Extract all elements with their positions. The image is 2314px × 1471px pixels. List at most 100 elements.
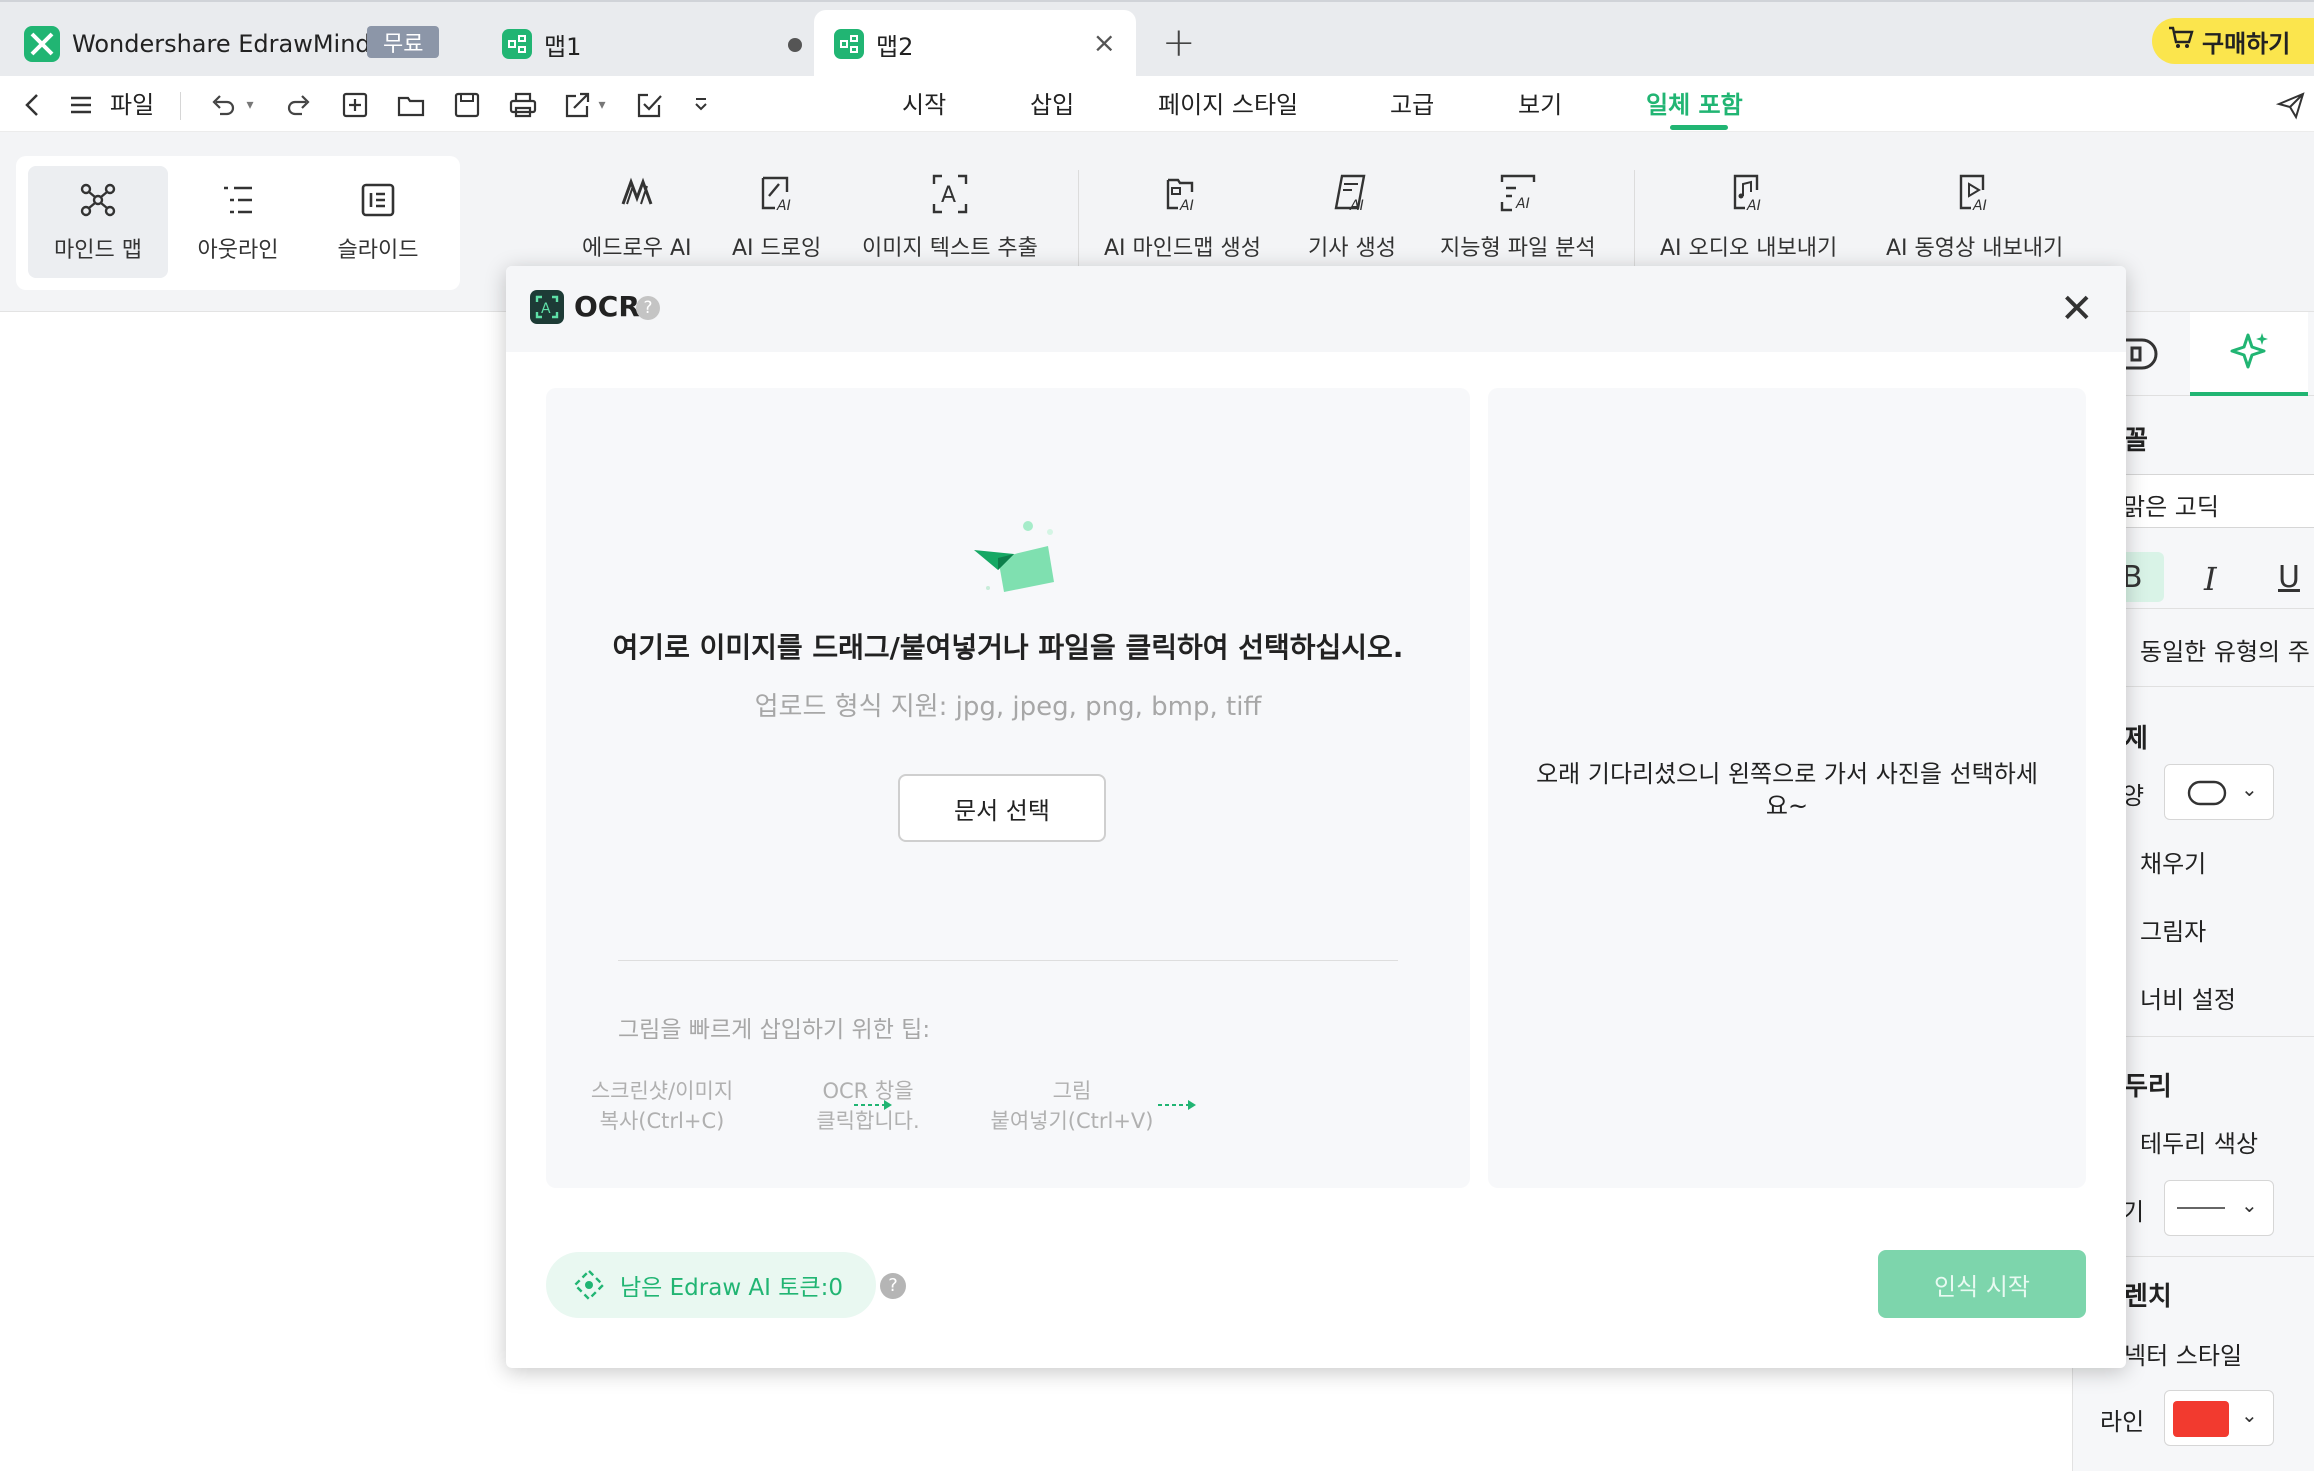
video-ai-icon: AI	[1959, 174, 1987, 214]
article-generate-button[interactable]: AI 기사 생성	[1308, 172, 1396, 262]
audio-ai-icon: AI	[1733, 174, 1761, 214]
border-color-option[interactable]: 테두리 색상	[2140, 1124, 2258, 1159]
app-tab[interactable]: Wondershare EdrawMind	[24, 10, 371, 78]
line-preview-icon	[2177, 1207, 2225, 1209]
supported-formats: 업로드 형식 지원: jpg, jpeg, png, bmp, tiff	[754, 692, 1262, 722]
task-check-icon[interactable]	[632, 88, 666, 122]
ai-tool-label: AI 마인드맵 생성	[1104, 236, 1261, 261]
buy-button[interactable]: 구매하기	[2152, 18, 2314, 64]
font-family-select[interactable]: 맑은 고딕	[2120, 474, 2314, 528]
ocr-logo-icon: A	[530, 290, 564, 324]
edrawmind-logo-icon	[24, 26, 60, 62]
menu-page-style[interactable]: 페이지 스타일	[1158, 88, 1298, 122]
more-dropdown-icon[interactable]	[684, 88, 718, 122]
sparkle-ai-icon	[2230, 333, 2268, 369]
file-analysis-icon: AI	[1500, 174, 1536, 212]
chevron-down-icon[interactable]: ▾	[592, 88, 612, 122]
free-badge: 무료	[367, 26, 440, 58]
view-label: 마인드 맵	[54, 238, 142, 263]
underline-button[interactable]: U	[2268, 552, 2308, 602]
svg-text:AI: AI	[1746, 198, 1761, 214]
view-outline-button[interactable]: 아웃라인	[168, 166, 308, 278]
svg-text:A: A	[941, 183, 956, 208]
ai-drawing-button[interactable]: AI AI 드로잉	[732, 172, 821, 262]
upload-image-illustration-icon	[974, 521, 1054, 592]
image-drop-zone[interactable]: 여기로 이미지를 드래그/붙여넣거나 파일을 클릭하여 선택하십시오. 업로드 …	[546, 388, 1470, 1188]
mindmap-icon	[80, 183, 116, 217]
start-recognition-button[interactable]: 인식 시작	[1878, 1250, 2086, 1318]
help-icon[interactable]: ?	[636, 296, 660, 320]
ai-tool-label: AI 동영상 내보내기	[1886, 236, 2064, 261]
share-send-icon[interactable]	[2274, 88, 2308, 122]
unsaved-dot-icon	[788, 38, 802, 52]
menu-insert[interactable]: 삽입	[1030, 88, 1074, 122]
add-topic-icon[interactable]	[338, 88, 372, 122]
ai-tool-label: 에드로우 AI	[582, 236, 692, 261]
view-label: 아웃라인	[197, 238, 279, 263]
edraw-ai-button[interactable]: 에드로우 AI	[582, 172, 692, 262]
dialog-title: OCR	[574, 290, 640, 323]
tab-label: 맵1	[544, 32, 582, 61]
dialog-header: A OCR ? ✕	[506, 266, 2126, 352]
buy-label: 구매하기	[2202, 29, 2291, 58]
panel-tab-ai[interactable]	[2190, 312, 2308, 396]
mindmap-file-icon	[502, 29, 532, 59]
ai-tool-label: 지능형 파일 분석	[1440, 236, 1596, 261]
tab-map2[interactable]: 맵2 ×	[814, 10, 1136, 78]
tab-map1[interactable]: 맵1	[502, 10, 802, 78]
width-setting-option[interactable]: 너비 설정	[2140, 980, 2236, 1015]
view-mindmap-button[interactable]: 마인드 맵	[28, 166, 168, 278]
menu-advanced[interactable]: 고급	[1390, 88, 1434, 122]
ai-mindmap-generate-button[interactable]: AI AI 마인드맵 생성	[1104, 172, 1261, 262]
redo-icon[interactable]	[282, 88, 316, 122]
connector-style-option[interactable]: 넥터 스타일	[2124, 1336, 2242, 1371]
font-family-value: 맑은 고딕	[2123, 493, 2219, 521]
menu-icon[interactable]	[64, 88, 98, 122]
svg-text:AI: AI	[1349, 198, 1364, 214]
shape-select[interactable]: ⌄	[2164, 764, 2274, 820]
apply-same-type-checkbox[interactable]: 동일한 유형의 주	[2140, 632, 2310, 667]
choose-file-button[interactable]: 문서 선택	[898, 774, 1106, 842]
ai-token-chip[interactable]: 남은 Edraw AI 토큰:0	[546, 1252, 876, 1318]
undo-icon[interactable]	[206, 88, 240, 122]
chevron-down-icon: ⌄	[2241, 777, 2258, 801]
smart-file-analysis-button[interactable]: AI 지능형 파일 분석	[1440, 172, 1596, 262]
panel-tab-style-icon[interactable]	[2122, 334, 2162, 374]
edraw-ai-icon	[621, 177, 653, 205]
ai-audio-export-button[interactable]: AI AI 오디오 내보내기	[1660, 172, 1837, 262]
waiting-message: 오래 기다리셨으니 왼쪽으로 가서 사진을 선택하세요~	[1536, 760, 2038, 820]
close-tab-icon[interactable]: ×	[1093, 26, 1116, 59]
fill-option[interactable]: 채우기	[2140, 844, 2206, 879]
new-tab-button[interactable]: +	[1162, 20, 1196, 66]
menu-start[interactable]: 시작	[902, 88, 946, 122]
ai-tool-label: AI 오디오 내보내기	[1660, 236, 1838, 261]
export-icon[interactable]	[560, 88, 594, 122]
image-text-extract-button[interactable]: A 이미지 텍스트 추출	[862, 172, 1038, 262]
open-folder-icon[interactable]	[394, 88, 428, 122]
file-menu[interactable]: 파일	[110, 88, 154, 122]
svg-text:AI: AI	[1972, 198, 1987, 214]
svg-text:AI: AI	[1179, 198, 1194, 214]
back-icon[interactable]	[16, 88, 50, 122]
article-ai-icon: AI	[1334, 174, 1366, 214]
token-help-icon[interactable]: ?	[880, 1273, 906, 1299]
close-dialog-icon[interactable]: ✕	[2060, 289, 2094, 329]
view-slide-button[interactable]: 슬라이드	[308, 166, 448, 278]
line-weight-select[interactable]: ⌄	[2164, 1180, 2274, 1236]
ai-tool-label: AI 드로잉	[732, 236, 822, 261]
chevron-down-icon[interactable]: ▾	[240, 88, 260, 122]
cart-icon	[2168, 26, 2194, 56]
ai-video-export-button[interactable]: AI AI 동영상 내보내기	[1886, 172, 2063, 262]
menu-ai-all[interactable]: 일체 포함	[1646, 88, 1743, 122]
ai-mindmap-icon: AI	[1167, 178, 1194, 214]
chevron-down-icon: ⌄	[2241, 1193, 2258, 1217]
save-icon[interactable]	[450, 88, 484, 122]
italic-button[interactable]: I	[2196, 552, 2236, 602]
drop-instruction: 여기로 이미지를 드래그/붙여넣거나 파일을 클릭하여 선택하십시오.	[612, 631, 1404, 664]
menu-view[interactable]: 보기	[1518, 88, 1562, 122]
shadow-option[interactable]: 그림자	[2140, 912, 2206, 947]
line-color-select[interactable]: ⌄	[2164, 1390, 2274, 1446]
print-icon[interactable]	[506, 88, 540, 122]
title-bar: Wondershare EdrawMind 무료 맵1 맵2 × + 구매하기	[0, 0, 2314, 78]
tip-step-paste: 그림 붙여넣기(Ctrl+V)	[990, 1079, 1154, 1133]
